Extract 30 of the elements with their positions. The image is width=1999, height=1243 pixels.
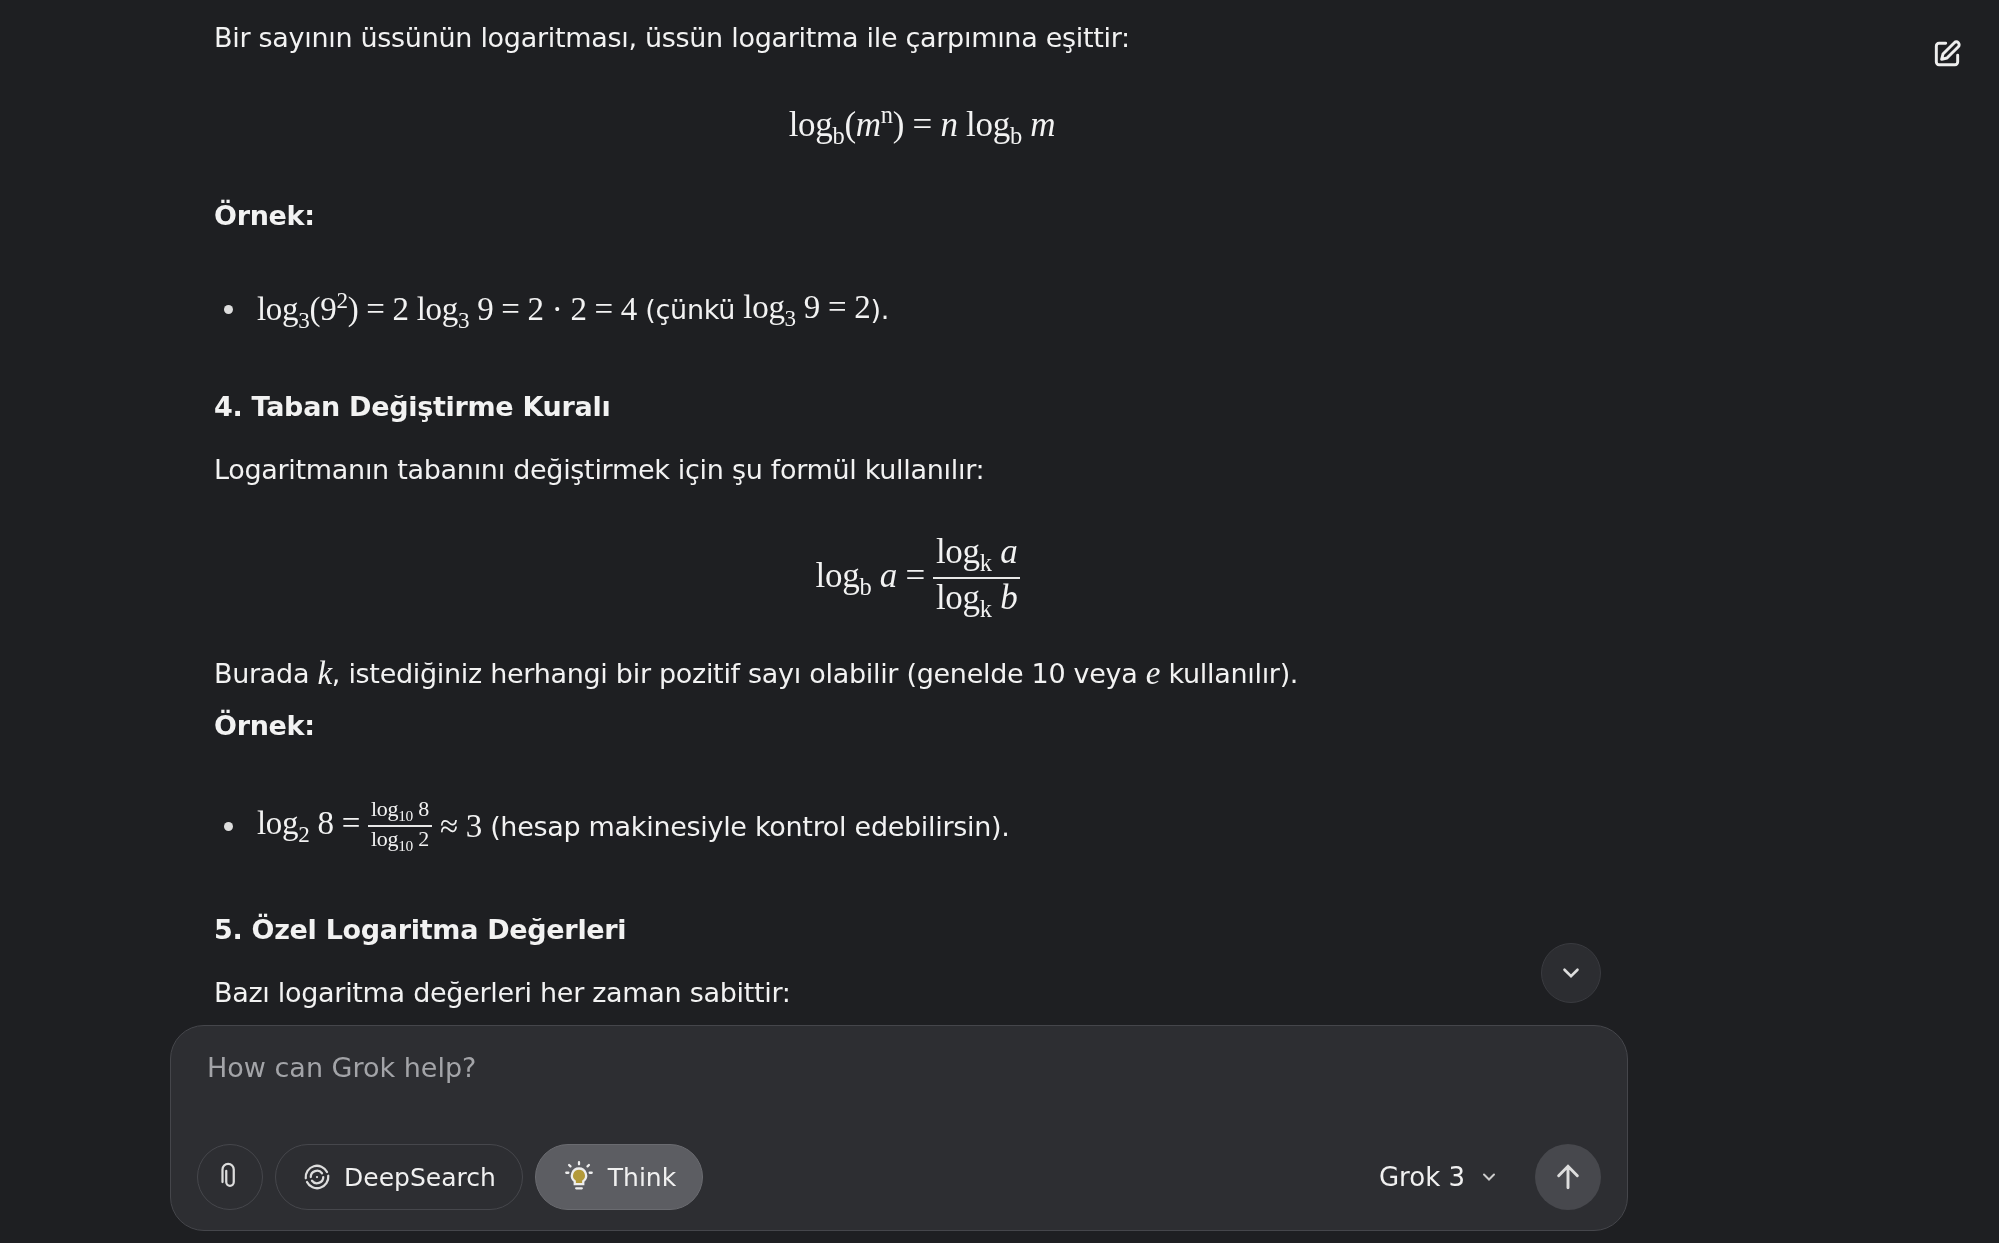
text: Burada [214, 658, 311, 690]
model-selector[interactable]: Grok 3 [1354, 1147, 1523, 1207]
text: (çünkü [644, 294, 737, 326]
fraction-numerator: log$_{k}$ a [934, 533, 1019, 578]
text: Bazı logaritma değerleri her zaman sabittir: [214, 976, 791, 1008]
section-heading: 5. Özel Logaritma Değerleri [214, 913, 627, 945]
section-heading: 4. Taban Değiştirme Kuralı [214, 391, 611, 423]
message-input[interactable]: How can Grok help? [197, 1048, 1601, 1087]
fraction-denominator: log$_{10}$ 2 [369, 827, 430, 856]
math-expression: e [1145, 655, 1161, 693]
bullet-point [224, 821, 233, 831]
think-button[interactable]: Think [534, 1144, 704, 1210]
label: Örnek: [214, 199, 315, 231]
text: (hesap makinesiyle kontrol edebilirsin). [489, 810, 1010, 842]
math-expression: log$_{3}$(9$^{2}$) = 2 log$_{3}$ 9 = 2 · 2 = 4 [257, 286, 637, 334]
spiral-icon [302, 1162, 332, 1192]
text: Logaritmanın tabanını değiştirmek için şu formül kullanılır: [214, 454, 985, 486]
text: Bir sayının üssünün logaritması, üssün logaritma ile çarpımına eşittir: [214, 22, 1130, 53]
fraction-denominator: log$_{k}$ b [934, 579, 1019, 624]
math-expression: log$_{3}$ 9 = 2 [743, 288, 871, 332]
math-expression: k [317, 655, 332, 693]
text: kullanılır). [1167, 658, 1299, 690]
math-expression: ≈ 3 [439, 807, 482, 845]
bullet-point [224, 305, 233, 315]
math-expression: log$_{2}$ 8 = [257, 805, 360, 848]
math-expression: log$_{b}$ a = [815, 555, 925, 601]
math-expression: log$_{b}$(m$^{n}$) = n log$_{b}$ m [788, 101, 1056, 150]
label: Örnek: [214, 710, 315, 742]
text: ). [870, 294, 889, 326]
fraction-numerator: log$_{10}$ 8 [369, 797, 430, 826]
